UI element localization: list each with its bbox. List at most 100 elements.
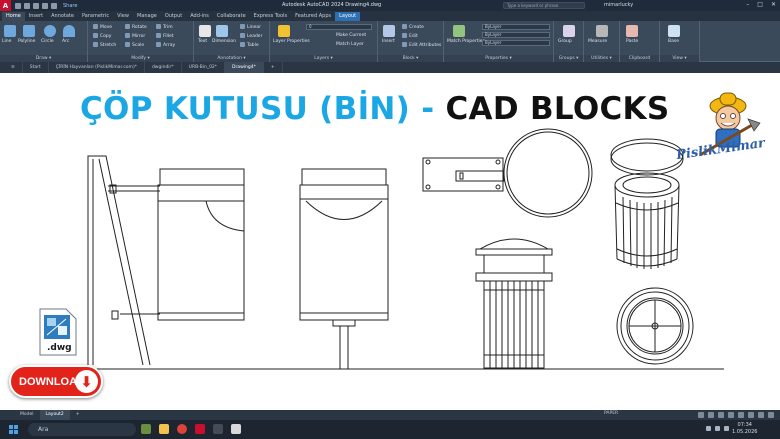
minimize-icon[interactable]: – [746, 1, 749, 8]
taskbar-search-input[interactable]: Ara [28, 423, 136, 436]
arc-icon[interactable] [63, 25, 75, 37]
measure-tool[interactable]: Measure [588, 39, 607, 44]
open-file-icon[interactable] [24, 2, 30, 9]
line-tool[interactable]: Line [2, 39, 11, 44]
annotation-scale-icon[interactable] [748, 412, 754, 418]
tab-express-tools[interactable]: Express Tools [250, 12, 291, 21]
arc-tool[interactable]: Arc [62, 39, 69, 44]
network-icon[interactable] [706, 426, 711, 431]
circle-tool[interactable]: Circle [41, 39, 54, 44]
tab-parametric[interactable]: Parametric [78, 12, 113, 21]
maximize-icon[interactable]: □ [757, 1, 763, 8]
leader-tool[interactable]: Leader [240, 33, 262, 39]
dimension-tool[interactable]: Dimension [212, 39, 236, 44]
base-view-icon[interactable] [668, 25, 680, 37]
volume-icon[interactable] [715, 426, 720, 431]
doc-tab-drawing4[interactable]: Drawing4* [225, 62, 264, 73]
undo-icon[interactable] [42, 2, 48, 9]
layout-tab-model[interactable]: Model [14, 410, 40, 420]
text-tool[interactable]: Text [198, 39, 207, 44]
insert-tool[interactable]: Insert [382, 39, 395, 44]
stretch-tool[interactable]: Stretch [93, 42, 116, 48]
layout-tab-layout2[interactable]: Layout2 [39, 410, 70, 420]
layer-dropdown[interactable]: 0 [306, 24, 372, 30]
layer-properties-tool[interactable]: Layer Properties [273, 39, 310, 44]
array-tool[interactable]: Array [156, 42, 175, 48]
lineweight-dropdown[interactable]: ByLayer [482, 40, 550, 46]
polar-toggle-icon[interactable] [728, 412, 734, 418]
linetype-dropdown[interactable]: ByLayer [482, 32, 550, 38]
tab-insert[interactable]: Insert [25, 12, 47, 21]
workspace-icon[interactable] [758, 412, 764, 418]
file-explorer-icon[interactable] [159, 424, 169, 434]
layer-properties-icon[interactable] [278, 25, 290, 37]
paste-tool[interactable]: Paste [626, 39, 638, 44]
match-properties-icon[interactable] [453, 25, 465, 37]
tab-annotate[interactable]: Annotate [47, 12, 78, 21]
line-icon[interactable] [4, 25, 16, 37]
dimension-icon[interactable] [216, 25, 228, 37]
color-dropdown[interactable]: ByLayer [482, 24, 550, 30]
clipboard-group-caption[interactable]: Clipboard [620, 55, 659, 62]
polyline-icon[interactable] [23, 25, 35, 37]
new-tab-icon[interactable]: + [264, 62, 283, 73]
fillet-tool[interactable]: Fillet [156, 33, 174, 39]
linear-tool[interactable]: Linear [240, 24, 261, 30]
redo-icon[interactable] [51, 2, 57, 9]
notepad-icon[interactable] [231, 424, 241, 434]
tab-layout[interactable]: Layout [335, 12, 361, 21]
weather-widget-icon[interactable] [141, 424, 151, 434]
customize-icon[interactable] [768, 412, 774, 418]
text-icon[interactable] [199, 25, 211, 37]
trim-tool[interactable]: Trim [156, 24, 173, 30]
snap-toggle-icon[interactable] [708, 412, 714, 418]
user-account[interactable]: mimarlucky [604, 2, 633, 8]
chrome-icon[interactable] [177, 424, 187, 434]
edit-block-tool[interactable]: Edit [402, 33, 418, 39]
create-block-tool[interactable]: Create [402, 24, 424, 30]
match-properties-tool[interactable]: Match Properties [447, 39, 485, 44]
tab-add-ins[interactable]: Add-ins [186, 12, 213, 21]
save-icon[interactable] [33, 2, 39, 9]
ortho-toggle-icon[interactable] [718, 412, 724, 418]
draw-group-caption[interactable]: Draw ▾ [0, 55, 87, 62]
new-file-icon[interactable] [15, 2, 21, 9]
doc-tab-start[interactable]: Start [23, 62, 49, 73]
mirror-tool[interactable]: Mirror [125, 33, 145, 39]
doc-tab-cirin[interactable]: ÇİRİN Hayvanları (PislikMimar.com)* [49, 62, 145, 73]
group-icon[interactable] [563, 25, 575, 37]
scale-tool[interactable]: Scale [125, 42, 144, 48]
doc-tab-dwgindir[interactable]: dwgindir* [145, 62, 182, 73]
table-tool[interactable]: Table [240, 42, 259, 48]
edit-attributes-tool[interactable]: Edit Attributes [402, 42, 441, 48]
insert-block-icon[interactable] [383, 25, 395, 37]
polyline-tool[interactable]: Polyline [18, 39, 35, 44]
measure-icon[interactable] [596, 25, 608, 37]
tab-home[interactable]: Home [2, 12, 25, 21]
make-current-tool[interactable]: Make Current [336, 33, 366, 38]
modify-group-caption[interactable]: Modify ▾ [88, 55, 193, 62]
paste-icon[interactable] [626, 25, 638, 37]
paper-space-indicator[interactable]: PAPER [604, 411, 618, 416]
help-search-input[interactable]: Type a keyword or phrase [503, 2, 585, 9]
view-group-caption[interactable]: View ▾ [660, 55, 699, 62]
tab-output[interactable]: Output [161, 12, 186, 21]
annotation-group-caption[interactable]: Annotation ▾ [194, 55, 269, 62]
tab-manage[interactable]: Manage [133, 12, 161, 21]
download-button[interactable]: DOWNLOAD ⬇ [9, 365, 103, 398]
circle-icon[interactable] [44, 25, 56, 37]
autocad-taskbar-icon[interactable] [195, 424, 205, 434]
block-group-caption[interactable]: Block ▾ [378, 55, 443, 62]
autocad-logo-icon[interactable]: A [0, 0, 11, 11]
base-tool[interactable]: Base [668, 39, 679, 44]
match-layer-tool[interactable]: Match Layer [336, 42, 364, 47]
groups-group-caption[interactable]: Groups ▾ [554, 55, 583, 62]
tab-view[interactable]: View [113, 12, 133, 21]
osnap-toggle-icon[interactable] [738, 412, 744, 418]
close-icon[interactable]: ✕ [771, 1, 776, 8]
menu-icon[interactable]: ≡ [4, 62, 23, 73]
share-button[interactable]: Share [63, 3, 77, 9]
battery-icon[interactable] [724, 426, 729, 431]
taskbar-clock[interactable]: 07:34 1.05.2026 [732, 422, 757, 436]
move-tool[interactable]: Move [93, 24, 112, 30]
